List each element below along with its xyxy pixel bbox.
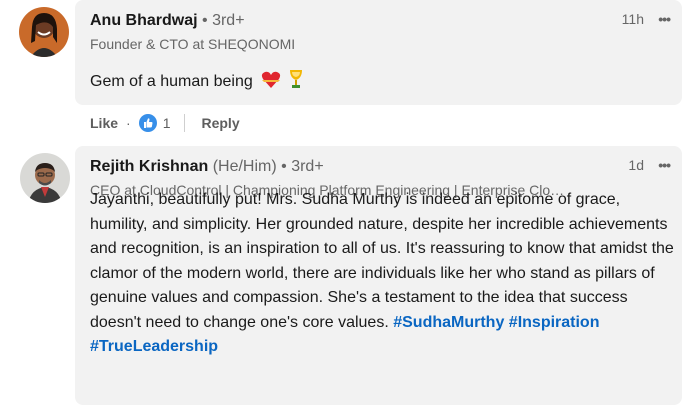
trophy-cup-icon	[288, 69, 304, 98]
more-options-icon[interactable]: •••	[658, 157, 671, 173]
comment-bubble: Rejith Krishnan (He/Him) • 3rd+ CEO at C…	[75, 146, 682, 405]
like-count[interactable]: 1	[163, 115, 171, 131]
like-reaction-icon[interactable]	[138, 114, 157, 132]
comment-text: Jayanthi, beautifully put! Mrs. Sudha Mu…	[90, 191, 674, 355]
separator-dot: ·	[126, 115, 131, 131]
connection-degree: • 3rd+	[281, 158, 324, 175]
author-pronouns: (He/Him)	[212, 158, 277, 175]
comment-time: 11h	[621, 11, 644, 27]
author-name[interactable]: Rejith Krishnan	[90, 158, 208, 175]
hashtag-link[interactable]: #SudhaMurthy	[393, 314, 504, 331]
hashtag-link[interactable]: #Inspiration	[509, 314, 600, 331]
heart-with-ribbon-icon	[261, 71, 281, 98]
comment-text: Gem of a human being	[90, 69, 670, 98]
avatar[interactable]	[20, 153, 70, 203]
connection-degree: • 3rd+	[202, 12, 245, 29]
comment-actions: Like · 1 Reply	[90, 112, 240, 134]
comment-bubble: Anu Bhardwaj • 3rd+ Founder & CTO at SHE…	[75, 0, 682, 105]
author-headline: Founder & CTO at SHEQONOMI	[90, 36, 296, 52]
comment-time: 1d	[628, 157, 644, 173]
hashtag-link[interactable]: #TrueLeadership	[90, 338, 218, 355]
reply-button[interactable]: Reply	[201, 115, 239, 131]
divider	[184, 114, 186, 132]
avatar[interactable]	[19, 7, 69, 57]
author-name[interactable]: Anu Bhardwaj	[90, 12, 198, 29]
like-button[interactable]: Like	[90, 115, 118, 131]
more-options-icon[interactable]: •••	[658, 11, 671, 27]
